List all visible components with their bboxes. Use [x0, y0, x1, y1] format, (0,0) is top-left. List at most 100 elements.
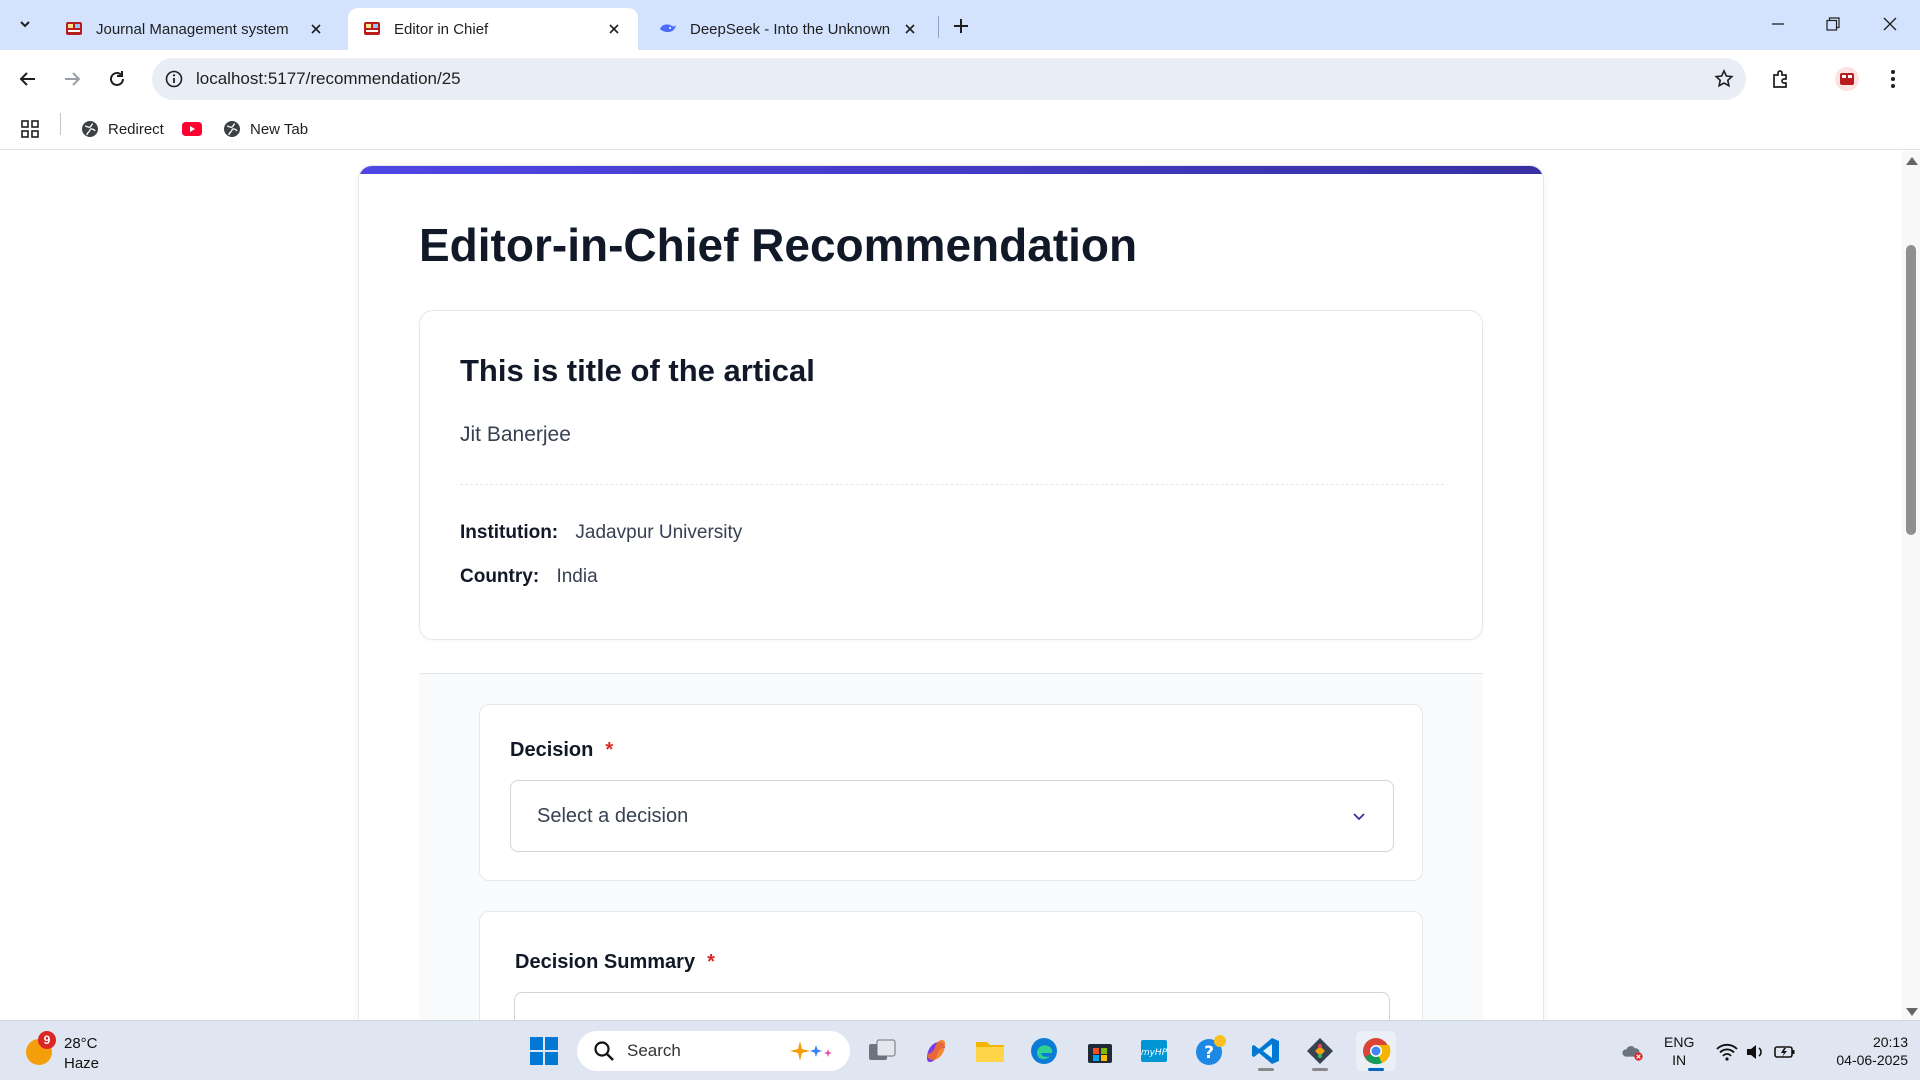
vscode-app[interactable]	[1246, 1031, 1286, 1071]
scroll-down-arrow-icon[interactable]	[1906, 1008, 1918, 1016]
myhp-icon: myHP	[1141, 1040, 1168, 1062]
bookmark-new-tab[interactable]: New Tab	[222, 116, 308, 142]
folder-icon	[976, 1042, 1004, 1062]
institution-row: Institution: Jadavpur University	[460, 522, 742, 544]
task-view-button[interactable]	[862, 1031, 902, 1071]
store-icon	[1088, 1044, 1112, 1063]
apps-grid-icon	[21, 120, 39, 138]
globe-icon	[222, 119, 242, 139]
onedrive-error-icon[interactable]	[1622, 1041, 1644, 1063]
tab-title: DeepSeek - Into the Unknown	[690, 20, 891, 38]
apps-button[interactable]	[20, 116, 40, 142]
start-button[interactable]	[524, 1031, 564, 1071]
decision-summary-label-text: Decision Summary	[515, 951, 696, 973]
edge-icon	[1031, 1038, 1057, 1064]
decision-select-value: Select a decision	[537, 804, 689, 827]
journal-favicon-icon	[64, 19, 84, 39]
bookmark-redirect[interactable]: Redirect	[80, 116, 164, 142]
divider	[460, 484, 1444, 485]
decision-select[interactable]: Select a decision	[510, 780, 1394, 852]
country-value: India	[556, 566, 598, 587]
chrome-icon	[1363, 1038, 1391, 1065]
volume-icon[interactable]	[1744, 1041, 1766, 1063]
language-indicator[interactable]: ENG IN	[1664, 1033, 1694, 1069]
system-clock[interactable]: 20:13 04-06-2025	[1812, 1033, 1908, 1069]
back-button[interactable]	[12, 63, 44, 95]
article-info-card: This is title of the artical Jit Banerje…	[419, 310, 1483, 640]
country-label: Country:	[460, 566, 540, 587]
decision-summary-textarea[interactable]	[514, 992, 1390, 1020]
tab-title: Editor in Chief	[394, 20, 489, 38]
required-marker: *	[707, 951, 715, 973]
tab-title: Journal Management system	[96, 20, 289, 38]
tab-journal-management[interactable]: Journal Management system	[50, 8, 340, 50]
card-accent-bar	[359, 166, 1543, 174]
reload-icon	[110, 71, 124, 86]
new-tab-button[interactable]	[948, 13, 974, 39]
scroll-thumb[interactable]	[1906, 245, 1916, 535]
restore-button[interactable]	[1819, 10, 1847, 38]
microsoft-store-app[interactable]	[1080, 1031, 1120, 1071]
article-title: This is title of the artical	[460, 353, 815, 388]
browser-menu-button[interactable]	[1876, 62, 1910, 96]
site-info-icon[interactable]	[152, 58, 196, 100]
page-scrollbar[interactable]	[1902, 151, 1920, 1020]
get-help-app[interactable]: ?	[1190, 1031, 1230, 1071]
extensions-button[interactable]	[1764, 62, 1798, 96]
weather-condition: Haze	[64, 1055, 100, 1072]
kebab-menu-icon	[1891, 70, 1895, 88]
copilot-app[interactable]	[916, 1031, 956, 1071]
svg-text:myHP: myHP	[1141, 1048, 1168, 1058]
tab-search-button[interactable]	[12, 11, 38, 37]
plus-icon	[954, 19, 968, 33]
close-icon[interactable]	[306, 19, 326, 39]
scroll-up-arrow-icon[interactable]	[1906, 157, 1918, 165]
decision-label: Decision *	[510, 739, 613, 762]
minimize-button[interactable]	[1764, 10, 1792, 38]
close-window-button[interactable]	[1876, 10, 1904, 38]
forward-button[interactable]	[56, 63, 88, 95]
edge-browser-app[interactable]	[1024, 1031, 1064, 1071]
profile-avatar[interactable]	[1830, 62, 1864, 96]
battery-icon[interactable]	[1774, 1041, 1796, 1063]
institution-label: Institution:	[460, 522, 559, 543]
decision-label-text: Decision	[510, 739, 594, 761]
windows-logo-icon	[530, 1037, 558, 1065]
file-explorer-app[interactable]	[970, 1031, 1010, 1071]
close-icon[interactable]	[900, 19, 920, 39]
chrome-app[interactable]	[1356, 1031, 1396, 1071]
youtube-icon	[182, 119, 202, 139]
git-app[interactable]	[1300, 1031, 1340, 1071]
close-icon[interactable]	[604, 19, 624, 39]
help-icon: ?	[1196, 1035, 1226, 1065]
search-icon	[594, 1041, 614, 1061]
weather-temperature: 28°C	[64, 1035, 98, 1052]
running-indicator	[1258, 1068, 1274, 1071]
institution-value: Jadavpur University	[575, 522, 743, 543]
tab-deepseek[interactable]: DeepSeek - Into the Unknown	[644, 8, 934, 50]
deepseek-whale-icon	[658, 19, 678, 39]
bookmark-youtube[interactable]	[182, 116, 210, 142]
myhp-app[interactable]: myHP	[1134, 1031, 1174, 1071]
decision-field: Decision * Select a decision	[479, 704, 1423, 881]
bookmark-star-icon[interactable]	[1702, 58, 1746, 100]
copilot-icon	[927, 1040, 945, 1062]
address-bar[interactable]: localhost:5177/recommendation/25	[152, 58, 1746, 100]
avatar-icon	[1835, 67, 1859, 91]
windows-taskbar: 9 28°C Haze Search myHP ? ENG IN 20:13 0…	[0, 1020, 1920, 1080]
page-title: Editor-in-Chief Recommendation	[419, 219, 1138, 271]
vscode-icon	[1252, 1038, 1279, 1064]
url-text[interactable]: localhost:5177/recommendation/25	[196, 69, 1702, 89]
tab-editor-in-chief[interactable]: Editor in Chief	[348, 8, 638, 50]
journal-favicon-icon	[362, 19, 382, 39]
reload-button[interactable]	[101, 63, 133, 95]
taskbar-search[interactable]: Search	[577, 1031, 850, 1071]
page-viewport[interactable]: Editor-in-Chief Recommendation This is t…	[0, 151, 1920, 1020]
clock-date: 04-06-2025	[1836, 1052, 1908, 1068]
decision-summary-field: Decision Summary *	[479, 911, 1423, 1020]
weather-widget[interactable]: 9 28°C Haze	[20, 1031, 140, 1073]
wifi-icon[interactable]	[1716, 1041, 1738, 1063]
clock-time: 20:13	[1872, 1034, 1908, 1050]
country-row: Country: India	[460, 566, 598, 588]
puzzle-icon	[1773, 70, 1787, 88]
